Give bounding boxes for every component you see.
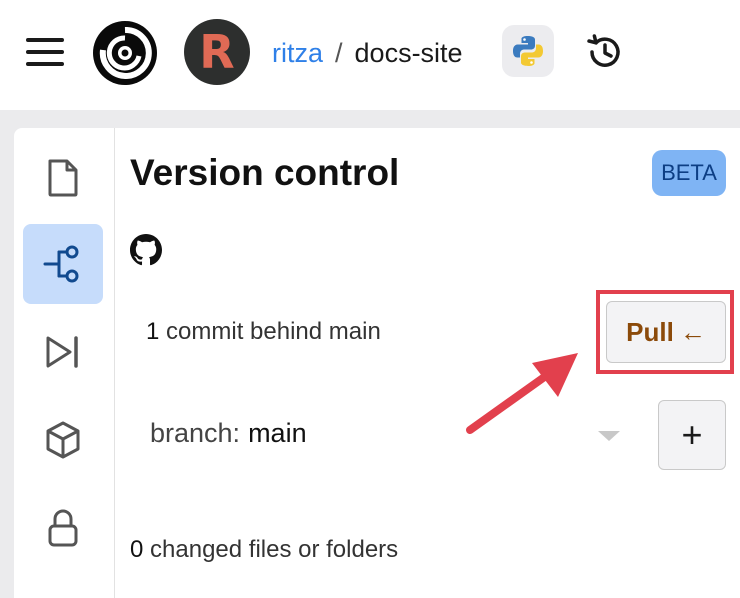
- cube-icon: [46, 421, 80, 459]
- breadcrumb: ritza / docs-site: [272, 36, 463, 70]
- arrow-left-icon: ←: [679, 316, 706, 347]
- breadcrumb-repo-name[interactable]: docs-site: [355, 38, 463, 69]
- breadcrumb-separator: /: [335, 37, 343, 68]
- github-icon[interactable]: [130, 234, 162, 266]
- beta-badge: BETA: [652, 150, 726, 196]
- rail-item-run[interactable]: [23, 312, 103, 392]
- chevron-down-icon[interactable]: [598, 431, 620, 441]
- changed-files-status: 0 changed files or folders: [130, 536, 398, 564]
- pull-button[interactable]: Pull ←: [606, 301, 726, 363]
- lock-icon: [48, 509, 78, 547]
- page-title: Version control: [130, 152, 400, 193]
- branch-select-value: main: [248, 417, 307, 448]
- pull-button-label: Pull: [626, 316, 674, 347]
- branch-select[interactable]: branch: main: [130, 400, 630, 466]
- avatar[interactable]: R: [184, 19, 250, 85]
- rail-item-version-control[interactable]: [23, 224, 103, 304]
- app-logo[interactable]: [92, 20, 158, 86]
- changed-files-count: 0: [130, 536, 144, 563]
- changed-files-text: changed files or folders: [150, 536, 399, 563]
- play-skip-icon: [46, 336, 78, 368]
- history-icon[interactable]: [584, 32, 624, 72]
- commit-status-text: commit behind main: [166, 318, 381, 345]
- branch-select-prefix: branch:: [150, 417, 241, 448]
- commit-count: 1: [146, 318, 160, 345]
- rail-item-files[interactable]: [23, 138, 103, 218]
- top-bar: R ritza / docs-site: [0, 0, 740, 110]
- python-icon: [513, 36, 543, 66]
- git-branch-icon: [43, 245, 79, 283]
- rail-item-packages[interactable]: [23, 400, 103, 480]
- side-rail: [14, 128, 115, 598]
- python-language-badge[interactable]: [502, 25, 554, 77]
- add-branch-button[interactable]: +: [658, 400, 726, 470]
- breadcrumb-owner-link[interactable]: ritza: [272, 38, 323, 69]
- menu-icon[interactable]: [26, 38, 64, 66]
- file-icon: [48, 159, 78, 197]
- rail-item-secrets[interactable]: [23, 488, 103, 568]
- commit-status: 1 commit behind main: [146, 318, 381, 346]
